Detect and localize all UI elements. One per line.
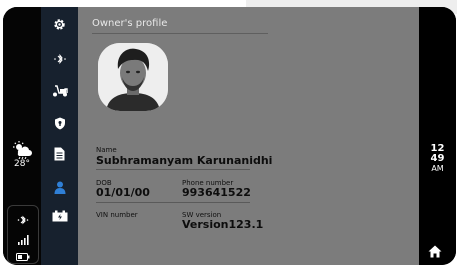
nav-profile[interactable] [41, 175, 78, 199]
charging-battery-icon [52, 210, 67, 222]
name-label: Name [96, 146, 117, 154]
home-button[interactable] [428, 243, 442, 262]
vin-label: VIN number [96, 211, 138, 219]
cloud-rain-sun-icon [13, 141, 32, 159]
shield-icon [54, 117, 65, 129]
clock-ampm: AM [431, 164, 444, 173]
dob-phone-divider [96, 202, 250, 203]
clock-minute: 49 [430, 153, 445, 164]
owner-profile-panel: Owner's profile Name Subhramanyam Karuna… [78, 7, 419, 265]
battery-icon [8, 246, 38, 265]
nav-documents[interactable] [41, 142, 78, 166]
dob-value: 01/01/00 [96, 186, 150, 199]
nav-scooter[interactable] [41, 79, 78, 103]
clock: 12 49 AM [419, 144, 456, 174]
home-icon [428, 245, 442, 258]
phone-value: 993641522 [182, 186, 251, 199]
nav-battery[interactable] [41, 204, 78, 228]
owner-avatar [98, 43, 168, 111]
side-navigation [41, 7, 78, 265]
nav-security[interactable] [41, 111, 78, 135]
left-status-rail: 28° [3, 7, 41, 265]
nav-settings[interactable] [41, 12, 78, 36]
nav-bluetooth[interactable] [41, 47, 78, 71]
page-title: Owner's profile [92, 18, 168, 29]
connectivity-status [7, 205, 39, 264]
right-rail: 12 49 AM [419, 7, 456, 265]
weather-widget: 28° [3, 141, 41, 169]
scooter-icon [52, 85, 68, 97]
bluetooth-icon [53, 53, 66, 64]
device-screen: 28° Owner's profile Name Subhramanyam Ka… [3, 7, 456, 265]
bluetooth-icon[interactable] [8, 211, 38, 230]
sw-version-value: Version123.1 [182, 218, 264, 231]
name-divider [96, 169, 250, 170]
name-value: Subhramanyam Karunanidhi [96, 154, 273, 167]
user-icon [54, 181, 65, 194]
weather-temperature: 28° [14, 159, 30, 169]
title-divider [92, 33, 268, 34]
document-icon [54, 147, 65, 161]
gear-icon [54, 18, 65, 30]
